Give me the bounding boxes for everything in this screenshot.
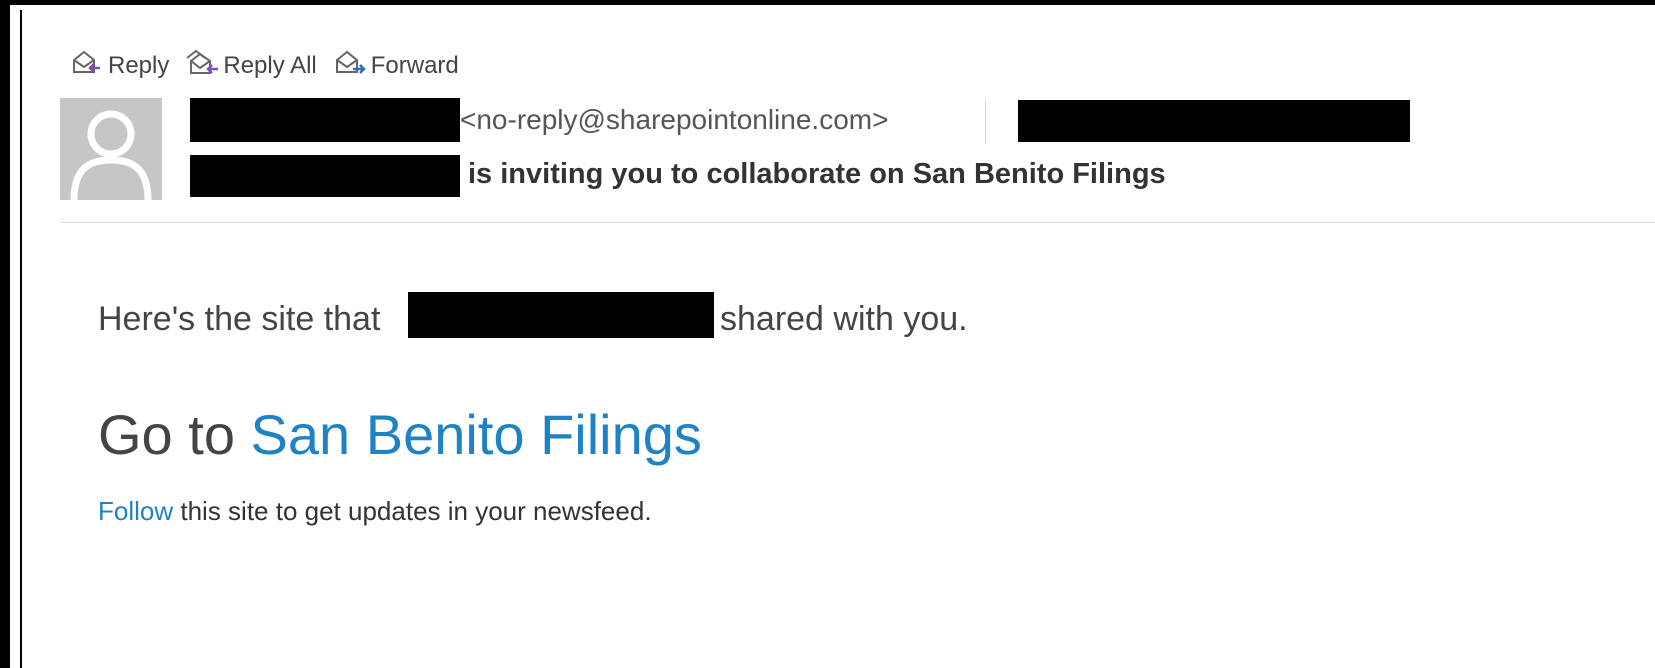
person-silhouette-icon (70, 110, 152, 200)
reply-all-icon (185, 48, 221, 85)
redacted-recipients (1018, 100, 1410, 142)
forward-label: Forward (370, 52, 459, 79)
forward-button[interactable]: Forward (333, 48, 459, 85)
email-reading-pane: Reply Reply All Forward <no-reply@sharep… (20, 10, 1655, 668)
shared-text-suffix: shared with you. (720, 300, 968, 338)
screenshot-frame: Reply Reply All Forward <no-reply@sharep… (0, 0, 1655, 668)
header-separator (60, 222, 1655, 223)
shared-text-prefix: Here's the site that (98, 300, 381, 338)
redacted-sender-name (190, 98, 460, 142)
follow-line: Follow this site to get updates in your … (98, 496, 652, 527)
site-link[interactable]: San Benito Filings (251, 403, 702, 466)
go-to-heading: Go to San Benito Filings (98, 402, 702, 467)
email-subject: is inviting you to collaborate on San Be… (468, 158, 1166, 190)
go-to-prefix: Go to (98, 403, 251, 466)
reply-icon (70, 48, 106, 85)
sender-email: <no-reply@sharepointonline.com> (460, 104, 889, 135)
header-divider (985, 100, 986, 144)
sender-avatar (60, 98, 162, 200)
forward-icon (333, 48, 369, 85)
redacted-sharer-name (408, 292, 714, 338)
reply-button[interactable]: Reply (70, 48, 169, 85)
reply-all-label: Reply All (223, 52, 317, 79)
follow-link[interactable]: Follow (98, 496, 173, 526)
reply-all-button[interactable]: Reply All (185, 48, 317, 85)
redacted-inviter-name (190, 155, 460, 197)
follow-suffix: this site to get updates in your newsfee… (173, 496, 652, 526)
message-toolbar: Reply Reply All Forward (70, 48, 459, 85)
reply-label: Reply (108, 52, 170, 79)
